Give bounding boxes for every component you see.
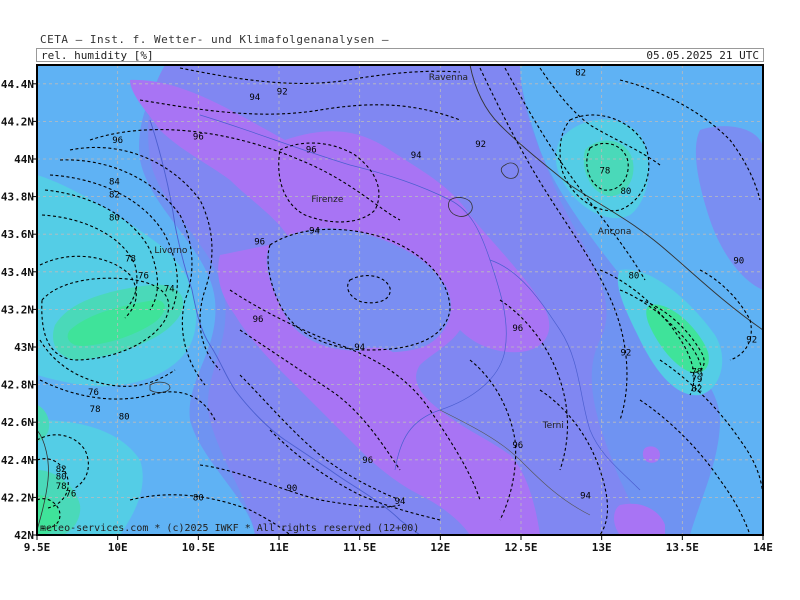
contour-label: 94	[249, 93, 260, 103]
contour-label: 94	[580, 492, 591, 502]
contour-label: 82	[575, 69, 586, 79]
x-tick-label: 9.5E	[24, 541, 51, 554]
y-tick-label: 42.6N	[1, 416, 34, 429]
contour-label: 96	[512, 441, 523, 451]
contour-label: 84	[109, 178, 120, 188]
x-tick-label: 11.5E	[343, 541, 376, 554]
contour-label: 96	[306, 146, 317, 156]
y-tick-label: 44.2N	[1, 115, 34, 128]
y-tick-label: 44.4N	[1, 78, 34, 91]
x-tick-label: 13E	[592, 541, 612, 554]
contour-label: 76	[138, 272, 149, 282]
contour-label: 80	[109, 213, 120, 223]
y-tick-label: 43N	[14, 341, 34, 354]
contour-label: 92	[475, 140, 486, 150]
contour-label: 96	[193, 132, 204, 142]
contour-label: 96	[362, 456, 373, 466]
contour-label: 80	[193, 493, 204, 503]
contour-label: 96	[254, 238, 265, 248]
contour-label: 78	[125, 255, 136, 265]
contour-label: 94	[354, 343, 365, 353]
contour-label: 78	[599, 166, 610, 176]
y-tick-label: 43.4N	[1, 266, 34, 279]
x-tick-label: 12E	[430, 541, 450, 554]
y-tick-label: 42.4N	[1, 454, 34, 467]
contour-label: 74	[164, 285, 175, 295]
city-label: Livorno	[154, 246, 188, 256]
x-axis-labels: 9.5E 10E 10.5E 11E 11.5E 12E 12.5E 13E 13.5E 14E	[24, 541, 773, 554]
contour-label: 96	[112, 136, 123, 146]
city-label: Firenze	[311, 195, 343, 205]
contour-label: 82	[691, 384, 702, 394]
contour-label: 92	[620, 349, 631, 359]
city-label: Ravenna	[429, 73, 468, 83]
x-tick-label: 14E	[753, 541, 773, 554]
contour-label: 80	[629, 272, 640, 282]
x-tick-label: 10.5E	[182, 541, 215, 554]
x-tick-label: 13.5E	[666, 541, 699, 554]
humidity-field	[37, 65, 763, 535]
contour-label: 92	[277, 87, 288, 97]
y-tick-label: 43.8N	[1, 191, 34, 204]
contour-label: 94	[411, 151, 422, 161]
contour-label: 90	[733, 257, 744, 267]
city-label: Ancona	[598, 227, 632, 237]
x-tick-label: 10E	[108, 541, 128, 554]
y-tick-label: 43.6N	[1, 228, 34, 241]
contour-label: 76	[65, 490, 76, 500]
y-tick-label: 42.2N	[1, 491, 34, 504]
contour-label: 94	[395, 497, 406, 507]
city-label: Terni	[542, 421, 564, 431]
contour-label: 96	[253, 315, 264, 325]
contour-label: 80	[119, 413, 130, 423]
contour-label: 78	[90, 405, 101, 415]
y-tick-label: 44N	[14, 153, 34, 166]
y-tick-label: 42.8N	[1, 379, 34, 392]
x-tick-label: 11E	[269, 541, 289, 554]
humidity-map: 42N42.2N42.4N42.6N42.8N43N43.2N43.4N43.6…	[1, 64, 773, 554]
contour-label: 82	[109, 191, 120, 201]
contour-label: 80	[620, 187, 631, 197]
x-tick-label: 12.5E	[504, 541, 537, 554]
contour-label: 96	[512, 324, 523, 334]
contour-label: 90	[286, 484, 297, 494]
contour-label: 94	[309, 226, 320, 236]
y-axis-labels: 42N42.2N42.4N42.6N42.8N43N43.2N43.4N43.6…	[1, 78, 34, 542]
y-tick-label: 43.2N	[1, 303, 34, 316]
contour-label: 76	[88, 388, 99, 398]
copyright-text: meteo-services.com * (c)2025 IWKF * All …	[40, 523, 419, 534]
contour-label: 92	[746, 335, 757, 345]
